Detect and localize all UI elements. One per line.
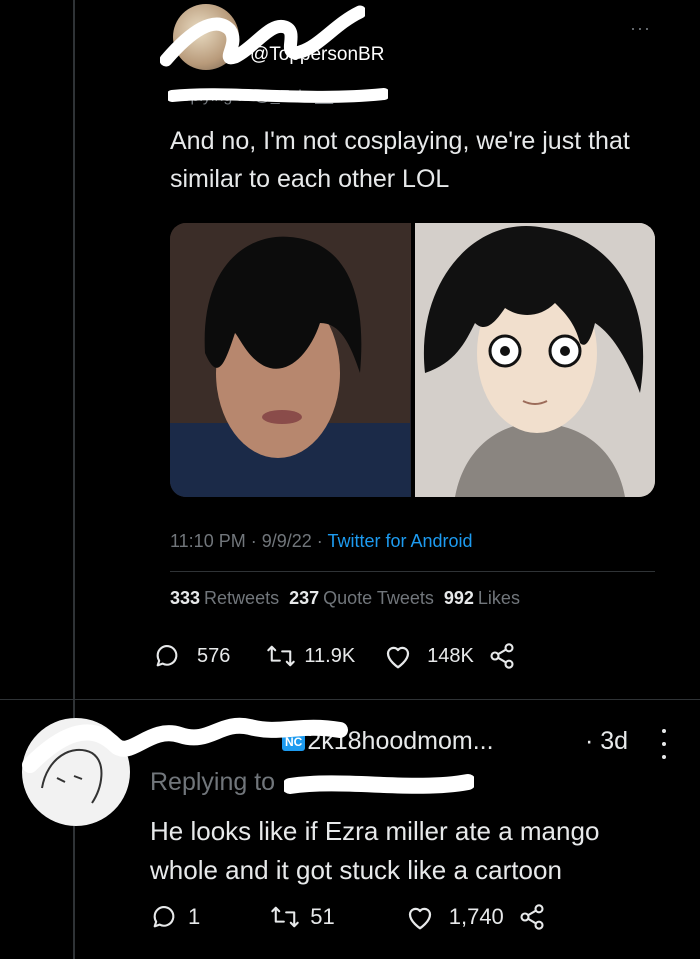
more-icon[interactable] — [660, 729, 668, 759]
user-handle[interactable]: @ToppersonBR — [250, 44, 384, 66]
divider — [0, 699, 700, 700]
reply-icon — [156, 644, 178, 667]
tweet-meta: 11:10 PM · 9/9/22 · Twitter for Android — [170, 531, 473, 552]
redaction-scribble — [168, 88, 388, 103]
tweet-text: He looks like if Ezra miller ate a mango… — [150, 816, 600, 885]
redaction-scribble — [22, 717, 348, 773]
tweet-time[interactable]: 11:10 PM — [170, 531, 246, 551]
photo-person[interactable] — [170, 223, 411, 497]
divider — [170, 571, 655, 572]
reply-button[interactable]: 576 — [153, 642, 230, 670]
like-button[interactable]: 148K — [383, 642, 474, 670]
share-icon — [490, 643, 514, 669]
photo-anime-character[interactable] — [414, 223, 655, 497]
share-button[interactable] — [488, 642, 516, 670]
like-count: 148K — [427, 644, 474, 667]
reply-button[interactable]: 1 — [150, 903, 200, 931]
retweet-icon — [267, 645, 296, 667]
media-grid[interactable] — [170, 223, 655, 497]
like-count: 1,740 — [448, 904, 504, 929]
tweet-actions: 1 51 1,740 — [150, 903, 546, 931]
reply-icon — [153, 905, 175, 928]
heart-icon — [387, 646, 410, 669]
tweet-age[interactable]: · 3d — [585, 727, 628, 756]
redaction-scribble — [284, 774, 474, 794]
tweet-text: And no, I'm not cosplaying, we're just t… — [170, 127, 630, 193]
share-icon — [520, 904, 544, 930]
retweet-button[interactable]: 11.9K — [266, 642, 355, 670]
like-button[interactable]: 1,740 — [405, 903, 504, 931]
separator: · — [250, 531, 262, 551]
tweet-actions: 576 11.9K 148K — [153, 642, 516, 670]
tweet-date[interactable]: 9/9/22 — [262, 531, 312, 551]
likes-stat[interactable]: 992 Likes — [444, 588, 520, 609]
quote-tweets-stat[interactable]: 237 Quote Tweets — [289, 588, 434, 609]
retweet-button[interactable]: 51 — [270, 903, 335, 931]
tweet-client-link[interactable]: Twitter for Android — [327, 531, 472, 551]
retweet-count: 51 — [310, 904, 335, 929]
retweet-count: 11.9K — [304, 644, 356, 667]
share-button[interactable] — [518, 903, 546, 931]
reply-count: 1 — [188, 904, 201, 929]
separator: · — [316, 531, 328, 551]
more-icon[interactable]: ··· — [630, 18, 651, 39]
heart-icon — [408, 907, 431, 930]
replying-to: Replying to — [150, 768, 276, 796]
retweet-icon — [271, 906, 299, 928]
tweet-stats: 333 Retweets 237 Quote Tweets 992 Likes — [170, 588, 520, 609]
reply-count: 576 — [197, 644, 231, 667]
retweets-stat[interactable]: 333 Retweets — [170, 588, 279, 609]
